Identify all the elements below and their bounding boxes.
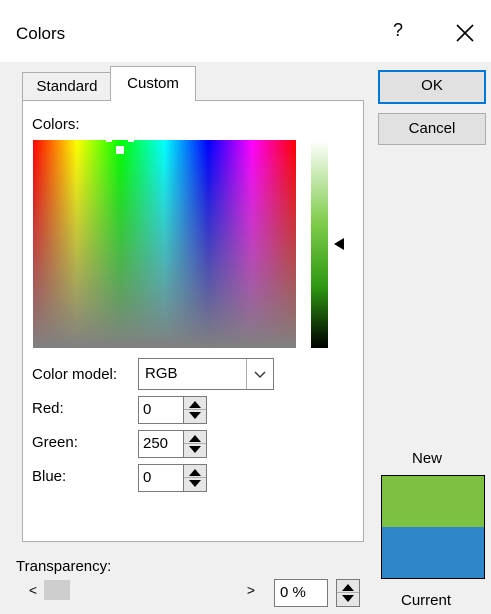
current-color-label: Current [401,592,452,609]
green-stepper[interactable] [183,430,207,458]
chevron-down-icon [254,371,266,378]
tab-standard[interactable]: Standard [22,72,112,101]
help-button[interactable]: ? [386,20,410,48]
blue-stepper[interactable] [183,464,207,492]
increment-arrow-icon[interactable] [189,435,201,442]
increment-arrow-icon[interactable] [189,401,201,408]
stepper-divider [184,443,206,444]
crosshair-mark-left [106,138,112,142]
colors-label: Colors: [32,116,80,133]
color-spectrum-picker[interactable] [33,140,296,348]
transparency-value: 0 % [280,584,306,601]
blue-input[interactable]: 0 [138,464,184,492]
stepper-divider [184,477,206,478]
decrement-arrow-icon[interactable] [189,480,201,487]
close-icon [456,24,474,42]
decrement-arrow-icon[interactable] [189,412,201,419]
blue-value: 0 [143,469,152,486]
cancel-button[interactable]: Cancel [378,113,486,145]
transparency-label: Transparency: [16,558,112,575]
dropdown-button[interactable] [246,359,273,389]
green-label: Green: [32,434,78,451]
crosshair-mark-right [128,138,134,142]
luminance-slider[interactable] [311,140,328,348]
increment-arrow-icon[interactable] [342,584,354,591]
tab-custom[interactable]: Custom [110,66,196,101]
scroll-left-icon[interactable]: < [26,580,40,600]
increment-arrow-icon[interactable] [189,469,201,476]
red-value: 0 [143,401,152,418]
ok-button[interactable]: OK [378,70,486,104]
blue-label: Blue: [32,468,67,485]
green-input[interactable]: 250 [138,430,184,458]
color-preview [381,475,485,579]
color-model-label: Color model: [32,366,118,383]
transparency-input[interactable]: 0 % [274,579,328,607]
decrement-arrow-icon[interactable] [342,595,354,602]
stepper-divider [184,409,206,410]
stepper-divider [337,592,359,593]
title-bar [0,0,491,62]
color-model-select[interactable]: RGB [138,358,274,390]
color-model-value: RGB [145,365,178,382]
green-value: 250 [143,435,169,452]
close-button[interactable] [451,18,479,48]
scroll-right-icon[interactable]: > [244,580,258,600]
luminance-pointer-icon[interactable] [334,238,344,250]
new-color-label: New [412,450,443,467]
transparency-stepper[interactable] [336,579,360,607]
transparency-slider-thumb[interactable] [44,580,70,600]
dialog-title: Colors [16,24,66,43]
spectrum-crosshair[interactable] [116,146,124,154]
red-input[interactable]: 0 [138,396,184,424]
red-label: Red: [32,400,64,417]
decrement-arrow-icon[interactable] [189,446,201,453]
red-stepper[interactable] [183,396,207,424]
